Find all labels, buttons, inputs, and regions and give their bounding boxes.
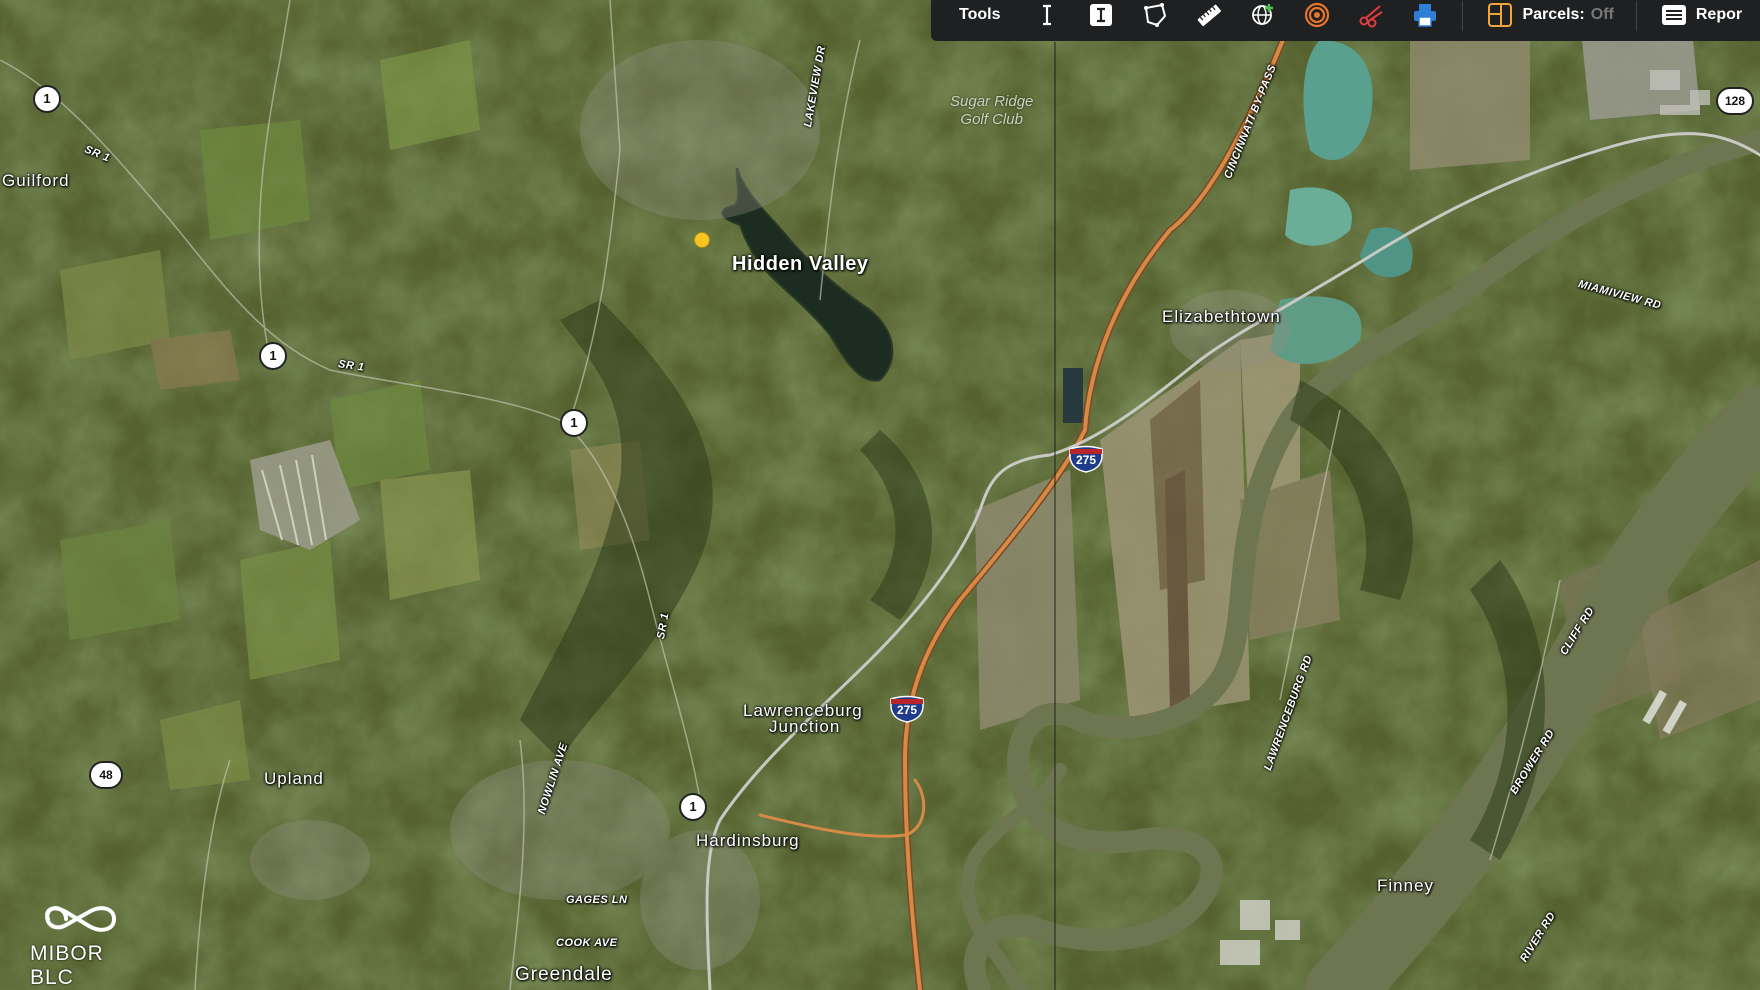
polygon-draw-button[interactable] <box>1141 1 1169 29</box>
radius-rings-icon <box>1305 2 1330 27</box>
text-cursor-icon <box>1043 4 1052 25</box>
road-label-gages-ln: GAGES LN <box>566 894 628 906</box>
route-shield-sr1: 1 <box>679 793 707 821</box>
text-box-button[interactable] <box>1087 1 1115 29</box>
place-label-greendale: Greendale <box>515 964 613 985</box>
route-shield-sr1: 1 <box>259 342 287 370</box>
toolbar-divider <box>1462 0 1464 31</box>
interstate-shield-275: 275 <box>1068 445 1104 473</box>
route-shield-sr1: 1 <box>33 85 61 113</box>
ruler-button[interactable] <box>1195 1 1223 29</box>
place-label-elizabethtown: Elizabethtown <box>1162 307 1281 326</box>
parcels-state[interactable]: Off <box>1591 6 1614 24</box>
satellite-map[interactable] <box>0 0 1760 990</box>
map-toolbar: Tools Parcels: Off Repor <box>931 0 1760 41</box>
interstate-shield-275: 275 <box>889 695 925 723</box>
report-menu-button[interactable] <box>1660 1 1688 29</box>
toolbar-divider <box>1635 0 1637 31</box>
print-button[interactable] <box>1411 1 1439 29</box>
infinity-logo-icon <box>45 906 117 932</box>
scissors-icon <box>1359 4 1384 27</box>
golf-course-label: Sugar Ridge Golf Club <box>950 93 1033 129</box>
radius-rings-button[interactable] <box>1303 1 1331 29</box>
tools-label: Tools <box>959 5 1001 23</box>
route-shield-sr1: 1 <box>560 409 588 437</box>
logo-text: MIBOR BLC <box>30 942 104 989</box>
mibor-blc-logo: MIBOR BLC <box>30 898 150 989</box>
report-label[interactable]: Repor <box>1696 6 1742 24</box>
property-location-pin[interactable] <box>694 232 710 248</box>
golf-label-line2: Golf Club <box>960 111 1023 128</box>
road-label-cook-ave: COOK AVE <box>556 937 618 949</box>
scissors-button[interactable] <box>1357 1 1385 29</box>
parcels-label[interactable]: Parcels: <box>1522 6 1584 24</box>
place-label-upland: Upland <box>264 769 324 788</box>
report-menu-icon <box>1661 4 1686 25</box>
place-label-junction: Junction <box>769 717 841 736</box>
ruler-icon <box>1198 4 1222 26</box>
polygon-draw-icon <box>1144 2 1167 27</box>
golf-label-line1: Sugar Ridge <box>950 93 1034 110</box>
place-label-guilford: Guilford <box>2 171 70 190</box>
globe-plus-button[interactable] <box>1249 1 1277 29</box>
parcels-layer-button[interactable] <box>1486 1 1514 29</box>
globe-plus-icon <box>1252 3 1274 25</box>
parcels-layer-icon <box>1488 2 1513 27</box>
place-label-hardinsburg: Hardinsburg <box>696 831 800 850</box>
text-cursor-button[interactable] <box>1033 1 1061 29</box>
route-shield-sr48: 48 <box>89 761 123 789</box>
route-shield-sr128: 128 <box>1716 87 1754 115</box>
text-box-icon <box>1090 3 1113 26</box>
place-label-finney: Finney <box>1377 876 1435 895</box>
printer-icon <box>1414 3 1437 27</box>
place-label-hidden-valley: Hidden Valley <box>732 253 869 275</box>
